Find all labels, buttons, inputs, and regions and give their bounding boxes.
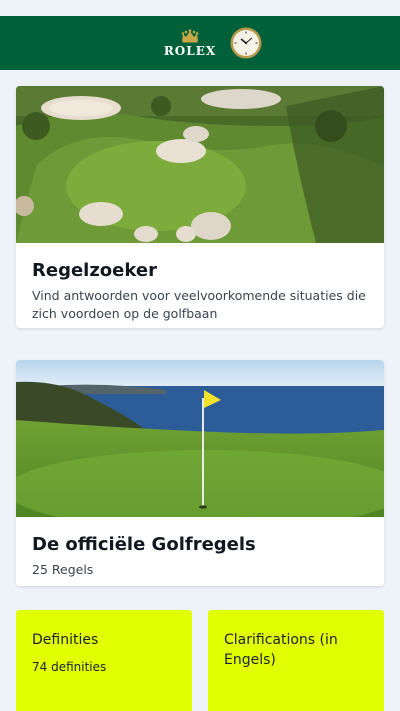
golf-green-flag-image xyxy=(16,360,384,517)
rolex-crown-icon xyxy=(181,28,199,42)
official-rules-count: 25 Regels xyxy=(32,562,94,577)
official-rules-card[interactable]: De officiële Golfregels 25 Regels xyxy=(16,360,384,586)
official-rules-body: De officiële Golfregels 25 Regels xyxy=(16,517,384,579)
rules-finder-body: Regelzoeker Vind antwoorden voor veelvoo… xyxy=(16,243,384,323)
official-rules-title: De officiële Golfregels xyxy=(32,534,256,555)
brand-wordmark: ROLEX xyxy=(163,43,217,58)
golf-course-aerial-image xyxy=(16,86,384,243)
rolex-logo: ROLEX xyxy=(163,28,217,58)
status-bar xyxy=(0,0,400,16)
brand-logo-group: ROLEX xyxy=(164,27,262,59)
clarifications-title: Clarifications (in Engels) xyxy=(224,632,338,668)
definitions-tile[interactable]: Definities 74 definities xyxy=(16,610,192,711)
app-header: ROLEX xyxy=(0,16,400,70)
rules-finder-subtitle: Vind antwoorden voor veelvoorkomende sit… xyxy=(32,288,366,321)
rules-finder-card[interactable]: Regelzoeker Vind antwoorden voor veelvoo… xyxy=(16,86,384,328)
definitions-count: 74 definities xyxy=(32,660,107,674)
rules-finder-title: Regelzoeker xyxy=(32,260,157,281)
rolex-clock-icon xyxy=(230,27,262,59)
definitions-title: Definities xyxy=(32,632,99,648)
clarifications-tile[interactable]: Clarifications (in Engels) xyxy=(208,610,384,711)
